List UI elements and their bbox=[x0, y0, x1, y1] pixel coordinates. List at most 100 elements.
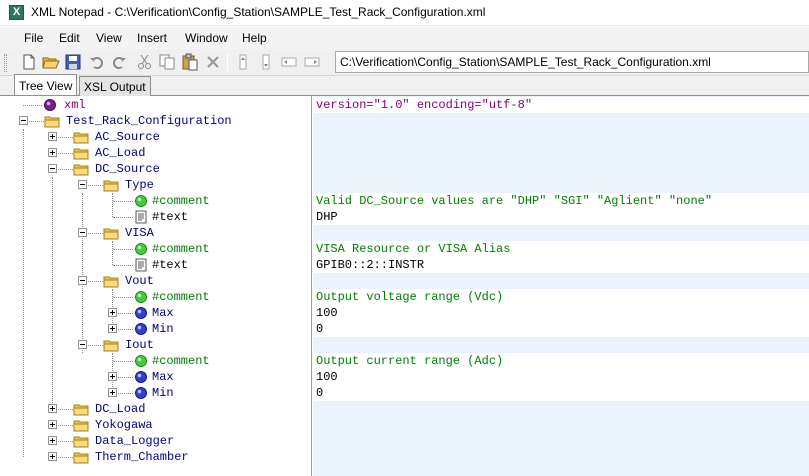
node-value[interactable]: Output voltage range (Vdc) bbox=[316, 290, 503, 306]
tree-node[interactable]: Data_Logger bbox=[0, 433, 311, 449]
delete-icon[interactable] bbox=[204, 53, 222, 71]
tree-node[interactable]: #text bbox=[0, 209, 311, 225]
window-title: XML Notepad - C:\Verification\Config_Sta… bbox=[31, 5, 486, 19]
attribute-node-icon bbox=[135, 307, 147, 319]
tree-node[interactable]: Vout bbox=[0, 273, 311, 289]
tree-node[interactable]: #comment bbox=[0, 193, 311, 209]
nudge-down-icon[interactable] bbox=[257, 53, 275, 71]
tree-node[interactable]: VISA bbox=[0, 225, 311, 241]
node-values-panel[interactable]: version="1.0" encoding="utf-8" Valid DC_S… bbox=[313, 96, 809, 476]
node-value[interactable]: DHP bbox=[316, 210, 338, 226]
expand-icon[interactable] bbox=[48, 148, 57, 157]
value-row-highlight bbox=[313, 369, 809, 385]
tree-node[interactable]: Max bbox=[0, 369, 311, 385]
folder-icon bbox=[73, 452, 89, 464]
expand-icon[interactable] bbox=[108, 308, 117, 317]
tree-node[interactable]: #comment bbox=[0, 241, 311, 257]
node-value[interactable]: 0 bbox=[316, 386, 323, 402]
node-value[interactable]: Output current range (Adc) bbox=[316, 354, 503, 370]
node-value[interactable]: VISA Resource or VISA Alias bbox=[316, 242, 510, 258]
expand-icon[interactable] bbox=[48, 132, 57, 141]
folder-icon bbox=[73, 436, 89, 448]
tree-node[interactable]: #comment bbox=[0, 289, 311, 305]
tree-node-label: Max bbox=[152, 370, 174, 384]
collapse-icon[interactable] bbox=[78, 276, 87, 285]
tree-node[interactable]: DC_Load bbox=[0, 401, 311, 417]
collapse-icon[interactable] bbox=[19, 116, 28, 125]
xml-notepad-app-icon[interactable]: X bbox=[9, 5, 24, 20]
expand-icon[interactable] bbox=[108, 388, 117, 397]
expand-icon[interactable] bbox=[108, 324, 117, 333]
collapse-icon[interactable] bbox=[78, 180, 87, 189]
tree-node[interactable]: Yokogawa bbox=[0, 417, 311, 433]
tree-view-panel[interactable]: xml Test_Rack_Configuration AC_Source AC_Lo… bbox=[0, 96, 312, 476]
expand-icon[interactable] bbox=[48, 420, 57, 429]
expand-icon[interactable] bbox=[108, 372, 117, 381]
menu-help[interactable]: Help bbox=[242, 31, 267, 45]
tree-node-label: Yokogawa bbox=[95, 418, 153, 432]
tree-node[interactable]: xml bbox=[0, 97, 311, 113]
node-value[interactable]: version="1.0" encoding="utf-8" bbox=[316, 98, 532, 114]
nudge-up-icon[interactable] bbox=[234, 53, 252, 71]
nudge-right-icon[interactable] bbox=[303, 53, 321, 71]
open-icon[interactable] bbox=[42, 53, 60, 71]
copy-icon[interactable] bbox=[158, 53, 176, 71]
menu-file[interactable]: File bbox=[24, 31, 43, 45]
tree-node[interactable]: AC_Load bbox=[0, 145, 311, 161]
nudge-left-icon[interactable] bbox=[280, 53, 298, 71]
location-field[interactable]: C:\Verification\Config_Station\SAMPLE_Te… bbox=[335, 51, 809, 73]
tree-node[interactable]: #comment bbox=[0, 353, 311, 369]
tree-node[interactable]: Iout bbox=[0, 337, 311, 353]
comment-node-icon bbox=[135, 355, 147, 367]
collapse-icon[interactable] bbox=[48, 164, 57, 173]
menu-insert[interactable]: Insert bbox=[137, 31, 167, 45]
tree-node-label: #comment bbox=[152, 194, 210, 208]
tree-node[interactable]: DC_Source bbox=[0, 161, 311, 177]
toolbar-separator bbox=[227, 54, 228, 71]
paste-icon[interactable] bbox=[181, 53, 199, 71]
collapse-icon[interactable] bbox=[78, 340, 87, 349]
expand-icon[interactable] bbox=[48, 436, 57, 445]
tab-tree-view[interactable]: Tree View bbox=[14, 74, 78, 95]
attribute-node-icon bbox=[135, 323, 147, 335]
node-value[interactable]: 100 bbox=[316, 370, 338, 386]
save-icon[interactable] bbox=[64, 53, 82, 71]
node-value[interactable]: GPIB0::2::INSTR bbox=[316, 258, 424, 274]
undo-icon[interactable] bbox=[88, 53, 106, 71]
tree-node-label: Max bbox=[152, 306, 174, 320]
expand-icon[interactable] bbox=[48, 404, 57, 413]
tree-node[interactable]: AC_Source bbox=[0, 129, 311, 145]
folder-icon bbox=[73, 148, 89, 160]
tree-node-label: Min bbox=[152, 322, 174, 336]
tree-node-label: #text bbox=[152, 210, 189, 224]
new-icon[interactable] bbox=[20, 53, 38, 71]
node-value[interactable]: 0 bbox=[316, 322, 323, 338]
tree-node-label: AC_Load bbox=[95, 146, 146, 160]
tree-node-label: DC_Source bbox=[95, 162, 160, 176]
expand-icon[interactable] bbox=[48, 452, 57, 461]
tree-node[interactable]: #text bbox=[0, 257, 311, 273]
tree-node[interactable]: Therm_Chamber bbox=[0, 449, 311, 465]
tree-node-label: #text bbox=[152, 258, 189, 272]
collapse-icon[interactable] bbox=[78, 228, 87, 237]
tree-connector bbox=[113, 297, 133, 298]
tree-node-label: AC_Source bbox=[95, 130, 160, 144]
node-value[interactable]: 100 bbox=[316, 306, 338, 322]
tree-node[interactable]: Type bbox=[0, 177, 311, 193]
menu-edit[interactable]: Edit bbox=[59, 31, 80, 45]
tree-node[interactable]: Test_Rack_Configuration bbox=[0, 113, 311, 129]
folder-icon bbox=[103, 228, 119, 240]
tab-xsl-output[interactable]: XSL Output bbox=[79, 76, 151, 96]
processing-instruction-icon bbox=[44, 99, 56, 111]
toolbar-grip[interactable] bbox=[4, 54, 7, 72]
cut-icon[interactable] bbox=[136, 53, 154, 71]
tree-node-label: Type bbox=[125, 178, 154, 192]
tree-node[interactable]: Min bbox=[0, 321, 311, 337]
tree-node[interactable]: Max bbox=[0, 305, 311, 321]
menu-view[interactable]: View bbox=[96, 31, 122, 45]
tree-node[interactable]: Min bbox=[0, 385, 311, 401]
menu-window[interactable]: Window bbox=[185, 31, 228, 45]
node-value[interactable]: Valid DC_Source values are "DHP" "SGI" "… bbox=[316, 194, 712, 210]
redo-icon[interactable] bbox=[110, 53, 128, 71]
folder-icon bbox=[73, 420, 89, 432]
